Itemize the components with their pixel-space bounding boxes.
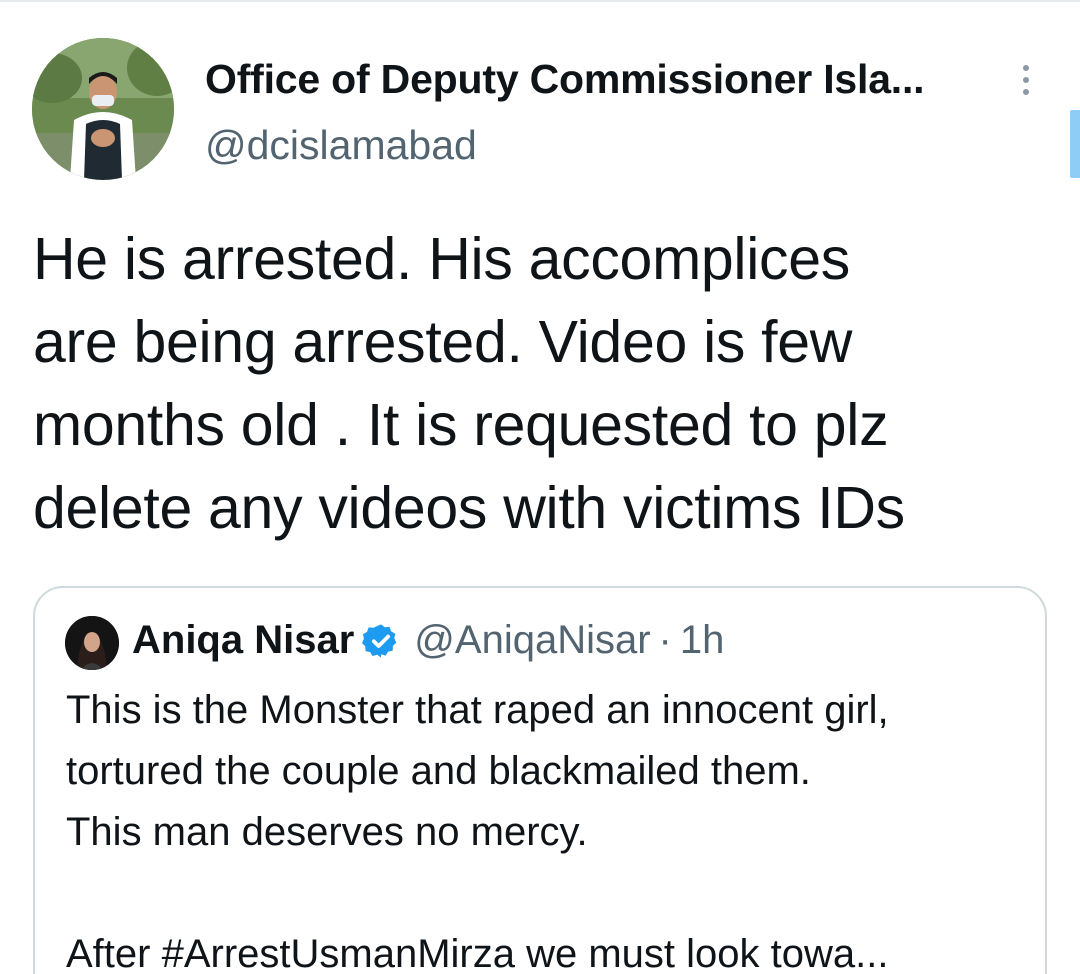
tweet-screen: Office of Deputy Commissioner Isla... @d…	[0, 0, 1080, 974]
tweet-text-line: He is arrested. His accomplices	[33, 226, 850, 292]
tweet-text: He is arrested. His accomplices are bein…	[33, 218, 1043, 550]
quote-text-line: This is the Monster that raped an innoce…	[66, 688, 889, 732]
author-name[interactable]: Office of Deputy Commissioner Isla...	[205, 56, 925, 103]
quote-text-line: tortured the couple and blackmailed them…	[66, 749, 811, 793]
author-avatar[interactable]	[32, 38, 174, 180]
tweet-text-line: delete any videos with victims IDs	[33, 475, 905, 541]
quote-text-line: After #ArrestUsmanMirza we must look tow…	[66, 932, 889, 974]
quote-timestamp[interactable]: 1h	[680, 618, 725, 663]
tweet-text-line: months old . It is requested to plz	[33, 392, 889, 458]
dot-separator: ·	[658, 618, 672, 662]
scrollbar[interactable]	[1070, 110, 1080, 178]
quote-text-line	[66, 863, 1036, 924]
more-vertical-icon	[1023, 65, 1029, 71]
quote-author-handle[interactable]: @AniqaNisar	[414, 618, 650, 663]
author-handle[interactable]: @dcislamabad	[205, 122, 477, 169]
quote-text-line: This man deserves no mercy.	[66, 810, 588, 854]
tweet-text-line: are being arrested. Video is few	[33, 309, 853, 375]
verified-badge-icon	[362, 622, 400, 660]
more-options-button[interactable]	[1008, 58, 1044, 102]
top-divider	[0, 0, 1080, 2]
quote-author-name[interactable]: Aniqa Nisar	[132, 618, 354, 663]
quoted-tweet-card[interactable]: Aniqa Nisar @AniqaNisar · 1h This is the…	[33, 586, 1047, 974]
quote-header: Aniqa Nisar @AniqaNisar · 1h	[132, 618, 724, 663]
quote-author-avatar	[65, 616, 119, 670]
quote-text: This is the Monster that raped an innoce…	[66, 680, 1036, 974]
